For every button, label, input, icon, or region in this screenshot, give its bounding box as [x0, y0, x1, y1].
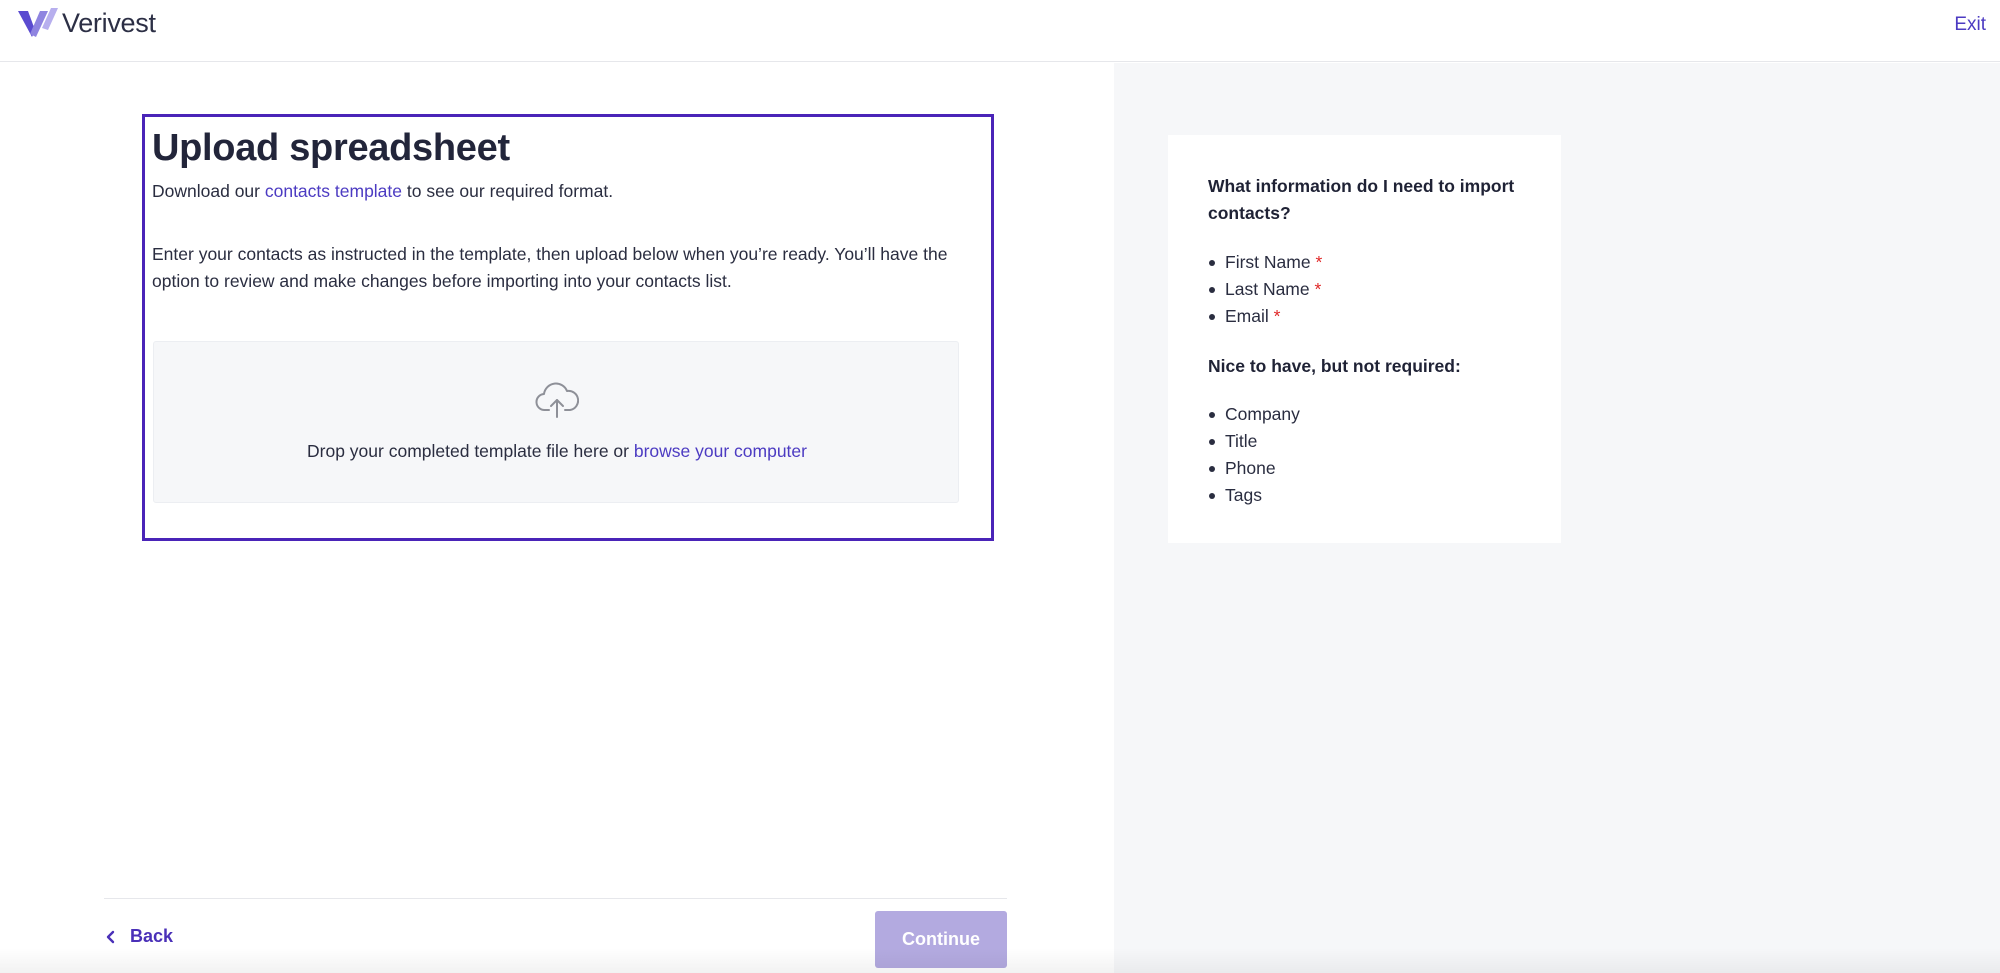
continue-button[interactable]: Continue — [875, 911, 1007, 968]
list-item: Company — [1208, 401, 1521, 428]
chevron-left-icon — [106, 930, 115, 943]
list-item: Last Name * — [1208, 276, 1521, 303]
dropzone-text: Drop your completed template file here o… — [154, 441, 960, 462]
contacts-template-link[interactable]: contacts template — [265, 181, 402, 201]
list-item: Title — [1208, 428, 1521, 455]
required-field-first-name: First Name — [1225, 252, 1311, 272]
browse-computer-link[interactable]: browse your computer — [634, 441, 807, 461]
dropzone-prefix: Drop your completed template file here o… — [307, 441, 634, 461]
required-marker: * — [1273, 306, 1281, 326]
required-marker: * — [1315, 252, 1323, 272]
download-prefix: Download our — [152, 181, 265, 201]
footer-divider — [104, 898, 1007, 899]
download-instructions: Download our contacts template to see ou… — [152, 178, 991, 205]
page-title: Upload spreadsheet — [152, 127, 510, 169]
file-dropzone[interactable]: Drop your completed template file here o… — [153, 341, 959, 503]
upload-section: Upload spreadsheet Download our contacts… — [142, 114, 994, 541]
optional-fields-list: Company Title Phone Tags — [1208, 401, 1521, 509]
top-header: Verivest Exit — [0, 0, 2000, 62]
list-item: First Name * — [1208, 249, 1521, 276]
optional-fields-title: Nice to have, but not required: — [1208, 356, 1461, 376]
brand[interactable]: Verivest — [18, 6, 156, 40]
required-marker: * — [1314, 279, 1322, 299]
list-item: Phone — [1208, 455, 1521, 482]
import-info-card: What information do I need to import con… — [1168, 135, 1561, 543]
back-button[interactable]: Back — [104, 926, 173, 947]
list-item: Tags — [1208, 482, 1521, 509]
required-field-email: Email — [1225, 306, 1269, 326]
help-panel: What information do I need to import con… — [1114, 63, 2000, 973]
cloud-upload-icon — [535, 382, 579, 418]
download-suffix: to see our required format. — [402, 181, 614, 201]
upload-instructions: Enter your contacts as instructed in the… — [152, 244, 948, 291]
brand-name: Verivest — [62, 7, 156, 38]
exit-link[interactable]: Exit — [1954, 14, 1986, 36]
required-fields-list: First Name * Last Name * Email * — [1208, 249, 1521, 330]
list-item: Email * — [1208, 303, 1521, 330]
verivest-logo-icon — [18, 8, 58, 37]
back-label: Back — [130, 926, 174, 946]
required-field-last-name: Last Name — [1225, 279, 1310, 299]
info-title: What information do I need to import con… — [1208, 176, 1515, 223]
